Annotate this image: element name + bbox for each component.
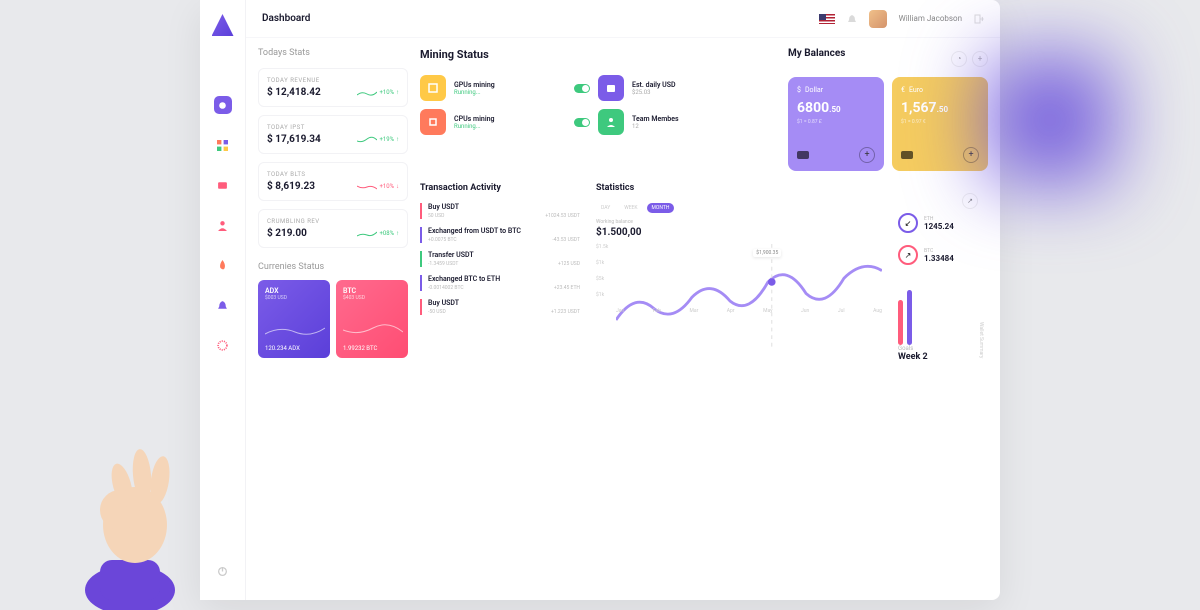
stat-card[interactable]: TODAY BLTS $ 8,619.23+10% ↓ bbox=[258, 162, 408, 201]
nav-fire[interactable] bbox=[214, 256, 232, 274]
transactions-title: Transaction Activity bbox=[420, 183, 580, 193]
balances-title: My Balances bbox=[788, 48, 951, 59]
stat-card[interactable]: TODAY IPST $ 17,619.34+19% ↑ bbox=[258, 115, 408, 154]
card-chip-icon bbox=[797, 151, 809, 159]
summary-eth: ↙ ETH1245.24 bbox=[898, 213, 988, 233]
header: Dashboard William Jacobson bbox=[246, 0, 1000, 38]
cpu-toggle[interactable] bbox=[574, 118, 590, 127]
stat-card[interactable]: CRUMBLING REV $ 219.00+08% ↑ bbox=[258, 209, 408, 248]
nav-settings[interactable] bbox=[214, 336, 232, 354]
balance-card-euro[interactable]: €Euro 1,567.50 $1 = 0.97 € + bbox=[892, 77, 988, 171]
transaction-item[interactable]: Exchanged from USDT to BTC+0.0075 BTC-43… bbox=[420, 227, 580, 243]
nav-notifications[interactable] bbox=[214, 296, 232, 314]
nav-profile[interactable] bbox=[214, 216, 232, 234]
statistics-title: Statistics bbox=[596, 183, 882, 193]
add-button[interactable]: + bbox=[859, 147, 875, 163]
tab-month[interactable]: MONTH bbox=[647, 203, 675, 213]
balance-add-icon[interactable]: + bbox=[972, 51, 988, 67]
logout-icon[interactable] bbox=[974, 14, 984, 24]
tab-day[interactable]: DAY bbox=[596, 203, 615, 213]
add-button[interactable]: + bbox=[963, 147, 979, 163]
mining-team: Team Membes12 bbox=[598, 109, 768, 135]
currency-card-adx[interactable]: ADX $003 USD 120.234 ADX bbox=[258, 280, 330, 358]
expand-icon[interactable]: ↗ bbox=[962, 193, 978, 209]
app-window: Dashboard William Jacobson Todays Stats … bbox=[200, 0, 1000, 600]
flag-icon[interactable] bbox=[819, 14, 835, 24]
transaction-item[interactable]: Transfer USDT-1.3459 USDT+125 USD bbox=[420, 251, 580, 267]
gpu-icon bbox=[420, 75, 446, 101]
page-title: Dashboard bbox=[262, 13, 310, 24]
mining-daily: Est. daily USD$25.03 bbox=[598, 75, 768, 101]
stats-title: Todays Stats bbox=[258, 48, 408, 58]
summary-circle-icon: ↙ bbox=[898, 213, 918, 233]
card-chip-icon bbox=[901, 151, 913, 159]
stat-card[interactable]: TODAY REVENUE $ 12,418.42+10% ↑ bbox=[258, 68, 408, 107]
summary-btc: ↗ BTC1.33484 bbox=[898, 245, 988, 265]
decorative-hand bbox=[80, 430, 220, 610]
mining-cpu: CPUs miningRunning... bbox=[420, 109, 590, 135]
nav-wallet[interactable] bbox=[214, 176, 232, 194]
currencies-title: Currenies Status bbox=[258, 262, 408, 272]
nav-apps[interactable] bbox=[214, 136, 232, 154]
transaction-item[interactable]: Exchanged BTC to ETH-0.0014002 BTC+23.45… bbox=[420, 275, 580, 291]
chart-tooltip: $1,900.35 bbox=[753, 249, 781, 257]
username: William Jacobson bbox=[899, 14, 962, 23]
summary-circle-icon: ↗ bbox=[898, 245, 918, 265]
nav-dashboard[interactable] bbox=[214, 96, 232, 114]
mining-title: Mining Status bbox=[420, 48, 768, 61]
currency-card-btc[interactable]: BTC $403 USD 1.99232 BTC bbox=[336, 280, 408, 358]
balance-card-dollar[interactable]: $Dollar 6800.50 $1 = 0.87 £ + bbox=[788, 77, 884, 171]
wallet-summary-label: Wallet Summary bbox=[978, 322, 984, 358]
tab-week[interactable]: WEEK bbox=[619, 203, 642, 213]
team-icon bbox=[598, 109, 624, 135]
logo-icon[interactable] bbox=[212, 14, 234, 36]
statistics-chart: $1.5k$1k$5k$1k $1,900.35 JanFebMarAprMay… bbox=[596, 244, 882, 314]
cpu-icon bbox=[420, 109, 446, 135]
bell-icon[interactable] bbox=[847, 14, 857, 24]
balance-chart-icon[interactable]: ◔ bbox=[951, 51, 967, 67]
daily-icon bbox=[598, 75, 624, 101]
avatar[interactable] bbox=[869, 10, 887, 28]
gpu-toggle[interactable] bbox=[574, 84, 590, 93]
goal-bars bbox=[898, 285, 988, 345]
transaction-item[interactable]: Buy USDT-50 USD+1.223 USDT bbox=[420, 299, 580, 315]
mining-gpu: GPUs miningRunning... bbox=[420, 75, 590, 101]
transaction-item[interactable]: Buy USDT50 USD+1024.53 USDT bbox=[420, 203, 580, 219]
